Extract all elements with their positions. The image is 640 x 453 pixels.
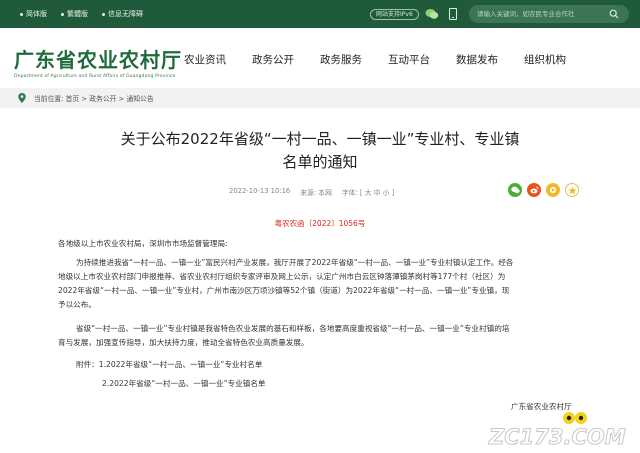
top-bar: 简体版 繁體版 信息无障碍 网站支持IPv6 <box>0 0 640 28</box>
paragraph-2: 省级“一村一品、一镇一业”专业村镇是我省特色农业发展的基石和样板，各地要高度重视… <box>58 322 618 350</box>
paragraph-1-line-4: 予以公布。 <box>58 300 96 309</box>
paragraph-1-line-1: 为持续推进我省“一村一品、一镇一业”富民兴村产业发展，我厅开展了2022年省级“… <box>76 258 514 267</box>
svg-text:ZC173.COM: ZC173.COM <box>488 425 626 449</box>
attachment-1[interactable]: 附件：1.2022年省级“一村一品、一镇一业”专业村名单 <box>76 358 262 372</box>
main-nav: 农业资讯 政务公开 政务服务 互动平台 数据发布 组织机构 <box>184 52 566 67</box>
breadcrumb-bar: 当前位置: 首页 > 政务公开 > 通知公告 <box>0 88 640 108</box>
favorite-star-icon[interactable] <box>565 183 579 197</box>
article-title: 关于公布2022年省级“一村一品、一镇一业”专业村、专业镇 名单的通知 <box>0 128 640 174</box>
location-pin-icon <box>18 93 26 103</box>
paragraph-1-line-2: 地级以上市农业农村部门申报推荐、省农业农村厅组织专家评审及网上公示，认定广州市白… <box>58 272 506 281</box>
breadcrumb: 当前位置: 首页 > 政务公开 > 通知公告 <box>34 95 154 103</box>
share-bar <box>508 183 579 197</box>
share-weibo-icon[interactable] <box>527 183 541 197</box>
nav-interaction[interactable]: 互动平台 <box>388 52 430 67</box>
nav-gov-services[interactable]: 政务服务 <box>320 52 362 67</box>
version-links: 简体版 繁體版 信息无障碍 <box>20 0 143 28</box>
paragraph-1-line-3: 2022年省级“一村一品、一镇一业”专业村，广州市南沙区万顷沙镇等52个镇（街道… <box>58 286 510 295</box>
publish-date: 2022-10-13 10:16 <box>229 187 291 195</box>
nav-gov-affairs[interactable]: 政务公开 <box>252 52 294 67</box>
title-line-2: 名单的通知 <box>282 153 358 171</box>
attachment-2[interactable]: 2.2022年省级“一村一品、一镇一业”专业镇名单 <box>102 377 266 391</box>
logo-subtitle: Department of Agriculture and Rural Affa… <box>14 74 176 79</box>
paragraph-2-line-2: 育与发展，加强宣传指导，加大扶持力度，推动全省特色农业高质量发展。 <box>58 338 309 347</box>
phone-icon[interactable] <box>449 8 457 20</box>
font-size-switch[interactable]: 字体: [ 大 中 小 ] <box>342 187 394 197</box>
nav-data-release[interactable]: 数据发布 <box>456 52 498 67</box>
nav-agri-news[interactable]: 农业资讯 <box>184 52 226 67</box>
link-traditional[interactable]: 繁體版 <box>61 9 88 19</box>
salutation: 各地级以上市农业农村局，深圳市市场监督管理局: <box>58 239 228 248</box>
site-logo[interactable]: 广东省农业农村厅 Department of Agriculture and R… <box>14 44 182 79</box>
search-box <box>469 5 629 23</box>
share-qzone-icon[interactable] <box>546 183 560 197</box>
wechat-icon[interactable] <box>425 8 439 20</box>
paragraph-1: 为持续推进我省“一村一品、一镇一业”富民兴村产业发展，我厅开展了2022年省级“… <box>58 256 618 312</box>
logo-title: 广东省农业农村厅 <box>14 48 182 72</box>
watermark-logo: ZC173.COM <box>488 412 626 450</box>
link-simplified[interactable]: 简体版 <box>20 9 47 19</box>
search-icon[interactable] <box>609 9 619 19</box>
article-meta: 2022-10-13 10:16 来源: 本网 字体: [ 大 中 小 ] <box>229 187 394 197</box>
ipv6-badge: 网站支持IPv6 <box>370 9 419 20</box>
signature: 广东省农业农村厅 <box>511 402 572 411</box>
search-input[interactable] <box>477 8 602 20</box>
share-wechat-icon[interactable] <box>508 183 522 197</box>
paragraph-2-line-1: 省级“一村一品、一镇一业”专业村镇是我省特色农业发展的基石和样板，各地要高度重视… <box>76 324 510 333</box>
article-source: 来源: 本网 <box>300 189 332 197</box>
link-accessibility[interactable]: 信息无障碍 <box>102 9 143 19</box>
document-number: 粤农农函〔2022〕1056号 <box>274 219 366 228</box>
title-line-1: 关于公布2022年省级“一村一品、一镇一业”专业村、专业镇 <box>120 130 520 148</box>
nav-organization[interactable]: 组织机构 <box>524 52 566 67</box>
